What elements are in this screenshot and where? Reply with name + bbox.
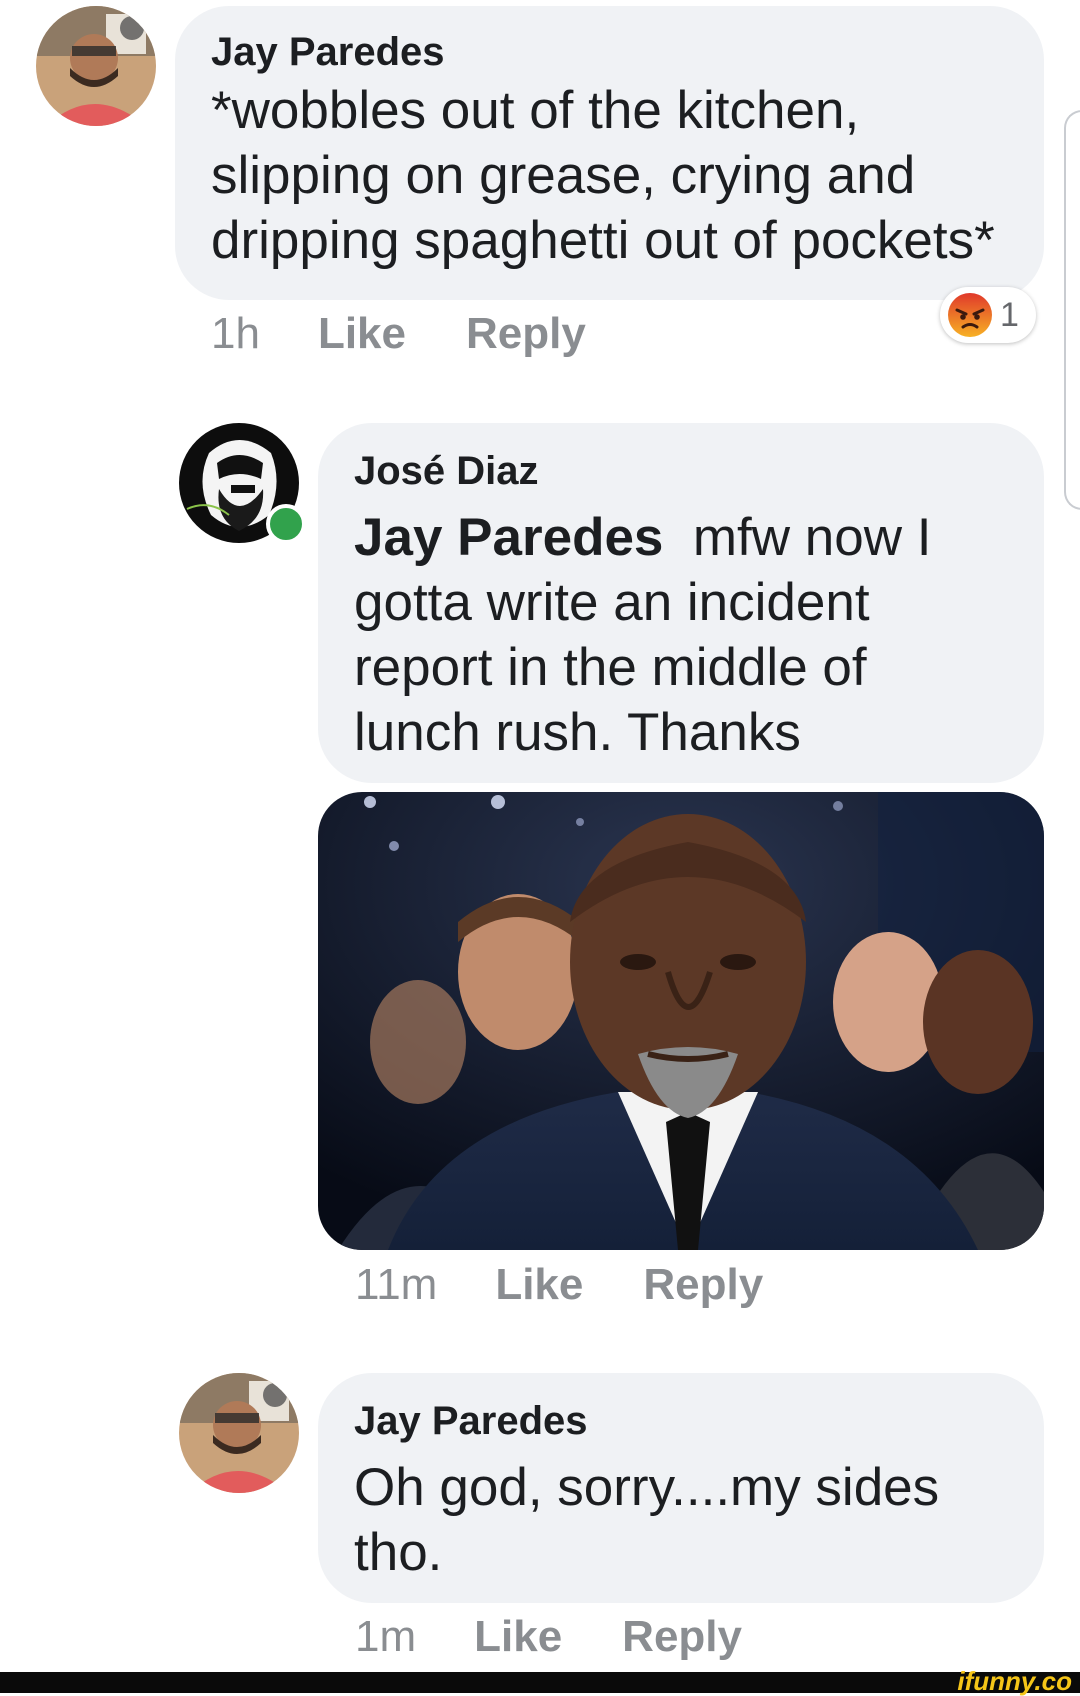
comment-text: *wobbles out of the kitchen, slipping on… [211,81,995,270]
reaction-count: 1 [1000,295,1019,334]
avatar-jay-paredes[interactable] [36,6,156,126]
attached-image[interactable] [318,792,1044,1250]
avatar-jay-paredes[interactable] [179,1373,299,1493]
reply-button[interactable]: Reply [643,1260,763,1310]
comment-timestamp[interactable]: 1m [355,1612,416,1662]
comment-actions: 1h Like Reply [211,306,586,362]
comment-actions: 11m Like Reply [355,1257,763,1313]
like-button[interactable]: Like [318,309,406,359]
reply-button[interactable]: Reply [622,1612,742,1662]
mention-link[interactable]: Jay Paredes [354,508,663,567]
comment-text: Oh god, sorry....my sides tho. [354,1458,940,1582]
like-button[interactable]: Like [495,1260,583,1310]
comment-bubble[interactable]: Jay Paredes *wobbles out of the kitchen,… [175,6,1044,300]
like-button[interactable]: Like [474,1612,562,1662]
comment-bubble[interactable]: José Diaz Jay Paredes mfw now I gotta wr… [318,423,1044,783]
comment-bubble[interactable]: Jay Paredes Oh god, sorry....my sides th… [318,1373,1044,1603]
angry-face-icon [946,291,994,339]
reply-button[interactable]: Reply [466,309,586,359]
reaction-badge[interactable]: 1 [940,287,1036,343]
scroll-handle[interactable] [1064,110,1080,510]
comment-author[interactable]: Jay Paredes [354,1397,1008,1445]
comment-text: Jay Paredes mfw now I gotta write an inc… [354,505,1008,765]
comment-actions: 1m Like Reply [355,1609,742,1665]
ifunny-watermark: ifunny.co [957,1666,1072,1696]
comment-timestamp[interactable]: 11m [355,1260,437,1310]
online-status-dot [266,504,306,544]
comment-author[interactable]: Jay Paredes [211,28,1008,76]
comment-timestamp[interactable]: 1h [211,309,260,359]
watermark-bar [0,1672,1080,1693]
comment-author[interactable]: José Diaz [354,447,1008,495]
